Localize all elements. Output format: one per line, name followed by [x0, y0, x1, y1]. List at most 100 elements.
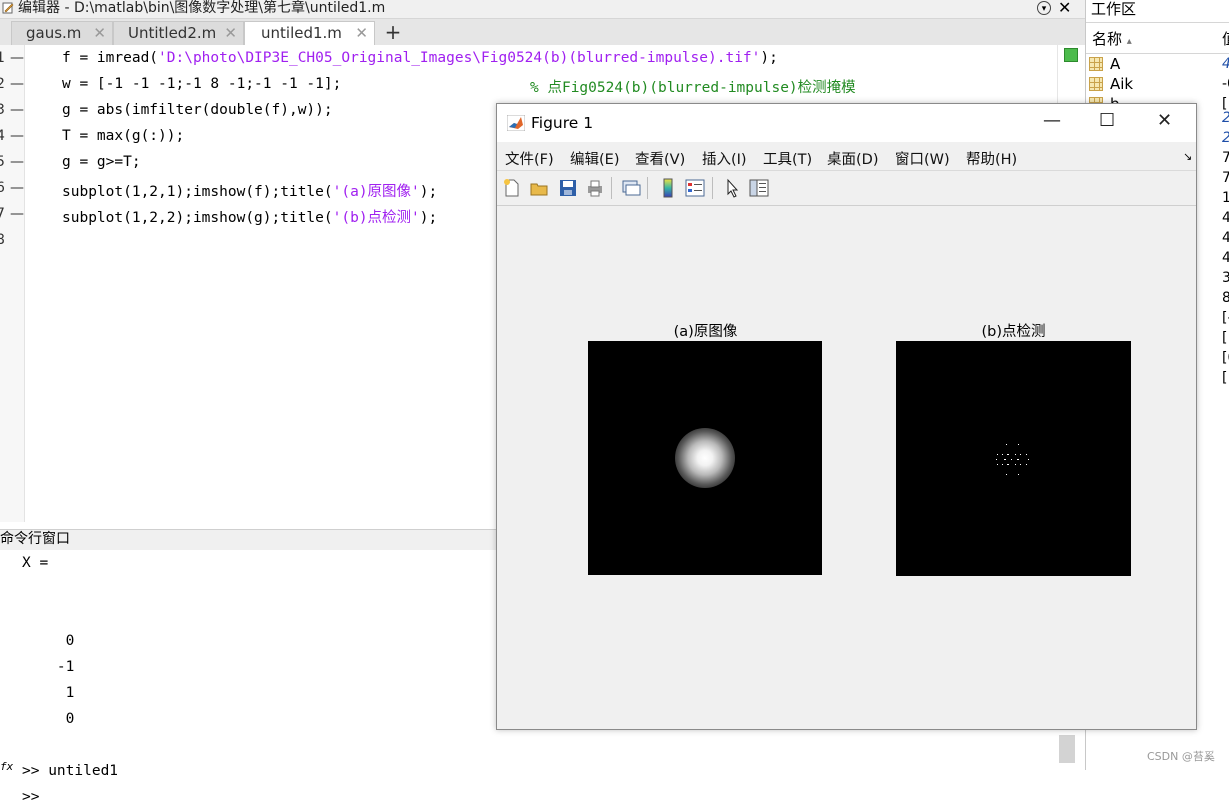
tab-close-icon[interactable]: ✕ — [93, 22, 106, 44]
original-image[interactable] — [588, 341, 822, 575]
menu-window[interactable]: 窗口(W) — [895, 148, 950, 169]
tab-untitled2[interactable]: Untitled2.m ✕ — [113, 21, 244, 45]
variable-value: 7 — [1222, 150, 1229, 166]
line-number: 4 — [0, 128, 5, 144]
breakpoint-dash[interactable]: — — [10, 50, 24, 66]
figure-toolbar — [497, 170, 1196, 206]
fx-prompt-icon[interactable]: fx — [0, 760, 13, 773]
column-name-header[interactable]: 名称 ▴ — [1092, 28, 1132, 49]
point-detection-image[interactable] — [896, 341, 1131, 576]
column-value-header[interactable]: 值 — [1222, 28, 1229, 49]
editor-options-icon[interactable]: ▾ — [1037, 1, 1051, 15]
variable-name: Aik — [1110, 75, 1134, 93]
editor-close-button[interactable]: ✕ — [1058, 0, 1071, 16]
menu-desktop[interactable]: 桌面(D) — [827, 148, 878, 169]
toolbar-separator — [712, 177, 713, 199]
code-line[interactable]: g = abs(imfilter(double(f),w)); — [62, 102, 333, 118]
menu-tools[interactable]: 工具(T) — [763, 148, 812, 169]
line-number: 5 — [0, 154, 5, 170]
code-line[interactable]: g = g>=T; — [62, 154, 141, 170]
line-number: 6 — [0, 180, 5, 196]
pointer-arrow-icon[interactable] — [723, 178, 743, 198]
code-analyzer-status-icon[interactable] — [1064, 48, 1078, 62]
variable-value: 4 — [1222, 56, 1229, 72]
code-text: g = abs(imfilter(double(f),w)); — [62, 102, 333, 118]
menu-file[interactable]: 文件(F) — [505, 148, 554, 169]
tab-close-icon[interactable]: ✕ — [355, 22, 368, 44]
code-text: f = imread( — [62, 50, 159, 66]
code-text: ); — [419, 184, 438, 200]
tab-close-icon[interactable]: ✕ — [224, 22, 237, 44]
breakpoint-dash[interactable]: — — [10, 180, 24, 196]
axes-title-original: (a)原图像 — [673, 324, 738, 340]
open-file-icon[interactable] — [529, 178, 549, 198]
breakpoint-dash[interactable]: — — [10, 206, 24, 222]
maximize-button[interactable]: ☐ — [1099, 110, 1115, 131]
code-line[interactable]: T = max(g(:)); — [62, 128, 184, 144]
command-output-line: X = — [22, 555, 49, 571]
tab-gaus[interactable]: gaus.m ✕ — [11, 21, 113, 45]
link-figure-icon[interactable] — [621, 178, 641, 198]
edit-pencil-icon — [2, 2, 14, 14]
code-line[interactable]: subplot(1,2,2);imshow(g);title('(b)点检测')… — [62, 206, 437, 227]
minimize-button[interactable]: — — [1043, 110, 1061, 131]
code-text: w = [-1 -1 -1;-1 8 -1;-1 -1 -1]; — [62, 76, 342, 92]
variable-value: 4 — [1222, 250, 1229, 266]
breakpoint-dash[interactable]: — — [10, 128, 24, 144]
line-number: 1 — [0, 50, 5, 66]
code-line[interactable]: w = [-1 -1 -1;-1 8 -1;-1 -1 -1]; — [62, 76, 341, 92]
menu-help[interactable]: 帮助(H) — [966, 148, 1017, 169]
dock-arrow-icon[interactable]: ↘ — [1183, 150, 1192, 163]
breakpoint-dash[interactable]: — — [10, 102, 24, 118]
property-editor-icon[interactable] — [749, 178, 769, 198]
workspace-variable-row[interactable]: Aik -0 — [1086, 75, 1229, 95]
editor-tabbar: gaus.m ✕ Untitled2.m ✕ untiled1.m ✕ + — [0, 19, 1085, 46]
editor-titlebar: 编辑器 - D:\matlab\bin\图像数字处理\第七章\untiled1.… — [0, 0, 1085, 19]
print-icon[interactable] — [585, 178, 605, 198]
add-tab-button[interactable]: + — [377, 22, 409, 44]
breakpoint-dash[interactable]: — — [10, 154, 24, 170]
workspace-title: 工作区 — [1091, 0, 1137, 18]
tab-untiled1[interactable]: untiled1.m ✕ — [244, 21, 375, 46]
code-line[interactable]: subplot(1,2,1);imshow(f);title('(a)原图像')… — [62, 180, 437, 201]
breakpoint-dash[interactable]: — — [10, 76, 24, 92]
menu-edit[interactable]: 编辑(E) — [570, 148, 619, 169]
menu-insert[interactable]: 插入(I) — [702, 148, 747, 169]
command-output-line: 0 — [22, 633, 75, 649]
variable-value: [- — [1222, 310, 1229, 326]
code-comment: % 点Fig0524(b)(blurred-impulse)检测掩模 — [530, 80, 856, 96]
variable-value: [1 — [1222, 330, 1229, 346]
legend-icon[interactable] — [685, 178, 705, 198]
editor-title: 编辑器 - D:\matlab\bin\图像数字处理\第七章\untiled1.… — [18, 0, 386, 16]
code-text: g = g>=T; — [62, 154, 141, 170]
figure-window[interactable]: Figure 1 — ☐ ✕ 文件(F) 编辑(E) 查看(V) 插入(I) 工… — [496, 103, 1197, 730]
variable-value: 7 — [1222, 170, 1229, 186]
command-window-header: 命令行窗口 — [0, 529, 497, 551]
variable-value: 3 — [1222, 270, 1229, 286]
command-window-scrollbar[interactable] — [1059, 735, 1075, 763]
menu-view[interactable]: 查看(V) — [635, 148, 685, 169]
line-number: 3 — [0, 102, 5, 118]
figure-titlebar[interactable]: Figure 1 — ☐ ✕ — [497, 104, 1196, 142]
workspace-column-header: 名称 ▴ 值 — [1086, 22, 1229, 54]
code-text: subplot(1,2,1);imshow(f);title( — [62, 184, 333, 200]
code-string: '(b)点检测' — [332, 210, 420, 226]
colorbar-icon[interactable] — [658, 178, 678, 198]
new-figure-icon[interactable] — [502, 178, 522, 198]
variable-name: A — [1110, 55, 1121, 73]
watermark: CSDN @苔奚 — [1147, 750, 1215, 763]
toolbar-separator — [611, 177, 612, 199]
close-button[interactable]: ✕ — [1157, 110, 1172, 131]
line-number: 2 — [0, 76, 5, 92]
variable-value: 4 — [1222, 210, 1229, 226]
variable-value: [0 — [1222, 350, 1229, 366]
workspace-variable-row[interactable]: A4 — [1086, 55, 1229, 75]
blurred-impulse-spot — [675, 428, 735, 488]
save-icon[interactable] — [558, 178, 578, 198]
matlab-logo-icon — [507, 115, 525, 131]
code-text: ); — [760, 50, 778, 66]
variable-value: -0 — [1222, 76, 1229, 92]
detected-points — [996, 444, 1029, 475]
command-output-line: 0 — [22, 711, 75, 727]
code-line[interactable]: f = imread('D:\photo\DIP3E_CH05_Original… — [62, 50, 778, 66]
